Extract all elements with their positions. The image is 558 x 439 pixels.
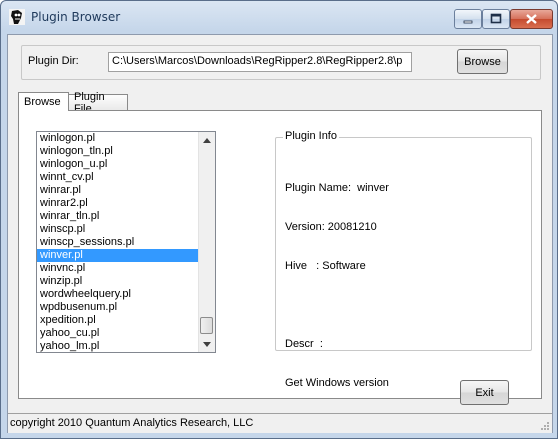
list-item[interactable]: winlogon.pl [37, 132, 199, 145]
list-item[interactable]: winlogon_tln.pl [37, 145, 199, 158]
exit-button[interactable]: Exit [460, 380, 509, 405]
list-scrollbar[interactable] [198, 132, 215, 352]
ripper-icon [9, 9, 25, 25]
plugin-listbox[interactable]: winlogon.pl winlogon_tln.pl winlogon_u.pl w… [36, 131, 216, 353]
list-item[interactable]: winzip.pl [37, 275, 199, 288]
status-bar: copyright 2010 Quantum Analytics Researc… [8, 413, 552, 433]
list-item[interactable]: winlogon_u.pl [37, 158, 199, 171]
plugin-info-legend: Plugin Info [283, 130, 339, 142]
list-item[interactable]: wpdbusenum.pl [37, 301, 199, 314]
client-area: Plugin Dir: C:\Users\Marcos\Downloads\Re… [7, 34, 553, 433]
tab-browse[interactable]: Browse [18, 92, 69, 111]
scroll-up-button[interactable] [199, 132, 215, 148]
scroll-thumb[interactable] [200, 317, 213, 334]
plugin-description: Get Windows version [285, 377, 389, 389]
list-item[interactable]: winrar.pl [37, 184, 199, 197]
plugin-hive-line: Hive : Software [285, 260, 366, 272]
window-title: Plugin Browser [31, 10, 121, 24]
maximize-button[interactable] [482, 9, 510, 29]
plugin-info-text: Plugin Name: winver Version: 20081210 Hi… [285, 156, 389, 416]
list-item[interactable]: winscp_sessions.pl [37, 236, 199, 249]
plugin-browser-window: Plugin Browser Plugin Dir: C:\Users\Marc… [0, 0, 558, 439]
minimize-icon [463, 20, 473, 24]
plugin-list-items: winlogon.pl winlogon_tln.pl winlogon_u.pl w… [37, 132, 199, 352]
scroll-down-button[interactable] [199, 336, 215, 352]
close-button[interactable] [510, 9, 553, 29]
maximize-icon [490, 13, 502, 24]
list-item[interactable]: winnt_cv.pl [37, 171, 199, 184]
list-item[interactable]: yahoo_lm.pl [37, 340, 199, 352]
list-item[interactable]: winrar_tln.pl [37, 210, 199, 223]
close-icon [526, 14, 537, 24]
list-item[interactable]: winvnc.pl [37, 262, 199, 275]
list-item[interactable]: yahoo_cu.pl [37, 327, 199, 340]
status-text: copyright 2010 Quantum Analytics Researc… [10, 417, 254, 429]
list-item[interactable]: xpedition.pl [37, 314, 199, 327]
list-item[interactable]: winrar2.pl [37, 197, 199, 210]
plugin-descr-line: Descr : [285, 338, 323, 350]
plugin-dir-input[interactable]: C:\Users\Marcos\Downloads\RegRipper2.8\R… [108, 52, 412, 72]
chevron-down-icon [203, 341, 211, 347]
list-item[interactable]: wordwheelquery.pl [37, 288, 199, 301]
tab-plugin-file[interactable]: Plugin File [68, 91, 128, 115]
title-bar[interactable]: Plugin Browser [1, 1, 557, 35]
browse-button[interactable]: Browse [457, 49, 508, 74]
list-item[interactable]: winscp.pl [37, 223, 199, 236]
list-item[interactable]: winver.pl [37, 249, 199, 262]
plugin-version-line: Version: 20081210 [285, 221, 377, 233]
plugin-dir-label: Plugin Dir: [28, 55, 79, 67]
chevron-up-icon [203, 137, 211, 143]
minimize-button[interactable] [454, 9, 482, 29]
browse-tab-page: winlogon.pl winlogon_tln.pl winlogon_u.pl w… [18, 110, 542, 399]
resize-grip-icon[interactable] [540, 421, 550, 431]
plugin-name-line: Plugin Name: winver [285, 182, 389, 194]
plugin-info-group: Plugin Info Plugin Name: winver Version:… [275, 130, 532, 389]
